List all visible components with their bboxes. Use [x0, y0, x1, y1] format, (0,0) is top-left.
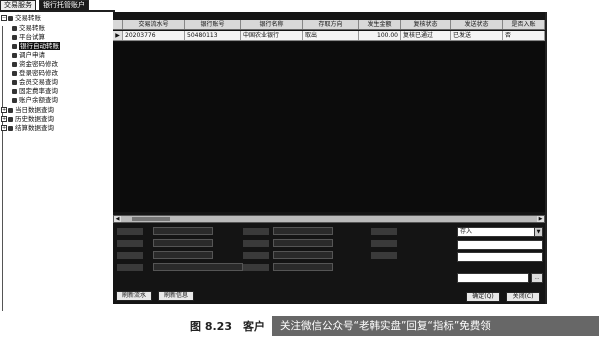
doc-icon — [12, 34, 17, 40]
close-button[interactable]: 关闭(C) — [506, 292, 540, 302]
detail-form: 存入 ▼ … — [113, 225, 545, 290]
folder-icon — [8, 107, 13, 113]
cell-send: 已发送 — [451, 31, 503, 40]
main-panel: 交易流水号 银行账号 银行名称 存取方向 发生金额 复核状态 发送状态 是否入账… — [113, 12, 545, 304]
tree-item-settlement[interactable]: + 结算数据查询 — [1, 124, 54, 132]
form-label — [371, 228, 397, 235]
col-head-review[interactable]: 复核状态 — [401, 20, 451, 29]
expand-icon[interactable]: + — [1, 116, 7, 122]
tree-item-member-query[interactable]: 会员交易查询 — [12, 78, 58, 86]
form-label — [117, 264, 143, 271]
nav-tree: − 交易转账 交易转账 平台试算 银行自动转账 调户申请 资金密码修改 登录密码… — [0, 12, 112, 311]
tree-item-apply[interactable]: 调户申请 — [12, 51, 45, 59]
tree-item-fund-password[interactable]: 资金密码修改 — [12, 60, 58, 68]
cell-bank: 中国农业银行 — [241, 31, 303, 40]
horizontal-scrollbar[interactable]: ◀ ▶ — [113, 215, 545, 223]
doc-icon — [12, 70, 17, 76]
form-label — [243, 240, 269, 247]
cell-amount: 100.00 — [359, 31, 401, 40]
cell-account: 50480113 — [185, 31, 241, 40]
watermark-banner: 关注微信公众号“老韩实盘”回复“指标”免费领 — [272, 316, 599, 336]
folder-icon — [8, 125, 13, 131]
col-head-account[interactable]: 银行账号 — [185, 20, 241, 29]
doc-icon — [12, 52, 17, 58]
doc-icon — [12, 25, 17, 31]
grid-body — [113, 42, 545, 212]
expand-icon[interactable]: + — [1, 107, 7, 113]
cell-serial: 20203776 — [123, 31, 185, 40]
form-label — [243, 252, 269, 259]
tree-item-balance-query[interactable]: 账户余额查询 — [12, 96, 58, 104]
tree-line — [2, 26, 3, 311]
cell-direction: 取出 — [303, 31, 359, 40]
col-head-send[interactable]: 发送状态 — [451, 20, 503, 29]
form-field[interactable] — [273, 251, 333, 259]
folder-icon — [8, 116, 13, 122]
col-head-bank[interactable]: 银行名称 — [241, 20, 303, 29]
col-head-marker — [113, 20, 123, 29]
tree-item-fee-query[interactable]: 固定费率查询 — [12, 87, 58, 95]
grid-header: 交易流水号 银行账号 银行名称 存取方向 发生金额 复核状态 发送状态 是否入账 — [113, 20, 545, 30]
form-field[interactable] — [153, 227, 213, 235]
password-field[interactable] — [457, 252, 543, 262]
cell-review: 复核已通过 — [401, 31, 451, 40]
tree-item-today[interactable]: + 当日数据查询 — [1, 106, 54, 114]
tree-item-transfer[interactable]: 交易转账 — [12, 24, 45, 32]
tree-item-auto-transfer[interactable]: 银行自动转账 — [12, 42, 60, 50]
direction-select-value: 存入 — [460, 228, 473, 235]
doc-icon — [12, 79, 17, 85]
refresh-flow-button[interactable]: 刷新流水 — [116, 291, 152, 301]
form-field[interactable] — [273, 263, 333, 271]
form-field[interactable] — [153, 251, 213, 259]
scroll-right-icon[interactable]: ▶ — [537, 216, 544, 222]
chevron-down-icon[interactable]: ▼ — [534, 228, 542, 236]
row-marker: ▶ 1 — [113, 31, 123, 49]
form-label — [117, 228, 143, 235]
form-label — [117, 240, 143, 247]
folder-icon — [8, 15, 13, 21]
direction-select[interactable]: 存入 ▼ — [457, 227, 543, 237]
tree-root[interactable]: − 交易转账 — [1, 14, 41, 22]
refresh-info-button[interactable]: 刷新信息 — [158, 291, 194, 301]
doc-icon — [12, 97, 17, 103]
scroll-left-icon[interactable]: ◀ — [114, 216, 121, 222]
form-field[interactable] — [153, 263, 243, 271]
form-label — [243, 228, 269, 235]
tree-item-history[interactable]: + 历史数据查询 — [1, 115, 54, 123]
expand-icon[interactable]: + — [1, 125, 7, 131]
ellipsis-button[interactable]: … — [531, 273, 543, 283]
confirm-button[interactable]: 确定(Q) — [466, 292, 500, 302]
cell-posted: 否 — [503, 31, 545, 40]
col-head-amount[interactable]: 发生金额 — [359, 20, 401, 29]
doc-icon — [12, 43, 17, 49]
doc-icon — [12, 88, 17, 94]
col-head-serial[interactable]: 交易流水号 — [123, 20, 185, 29]
form-label — [243, 264, 269, 271]
form-label — [117, 252, 143, 259]
tree-item-login-password[interactable]: 登录密码修改 — [12, 69, 58, 77]
form-field[interactable] — [153, 239, 213, 247]
col-head-direction[interactable]: 存取方向 — [303, 20, 359, 29]
form-label — [371, 252, 397, 259]
table-row[interactable]: ▶ 1 20203776 50480113 中国农业银行 取出 100.00 复… — [113, 31, 545, 49]
form-field[interactable] — [273, 227, 333, 235]
panel-border — [545, 12, 547, 304]
remark-field[interactable] — [457, 273, 529, 283]
tree-item-trial[interactable]: 平台试算 — [12, 33, 45, 41]
form-field[interactable] — [273, 239, 333, 247]
collapse-icon[interactable]: − — [1, 15, 7, 21]
form-label — [371, 240, 397, 247]
col-head-posted[interactable]: 是否入账 — [503, 20, 545, 29]
doc-icon — [12, 61, 17, 67]
amount-field[interactable] — [457, 240, 543, 250]
figure-caption: 图 8.23 客户 — [190, 320, 265, 333]
scroll-thumb[interactable] — [132, 217, 170, 221]
